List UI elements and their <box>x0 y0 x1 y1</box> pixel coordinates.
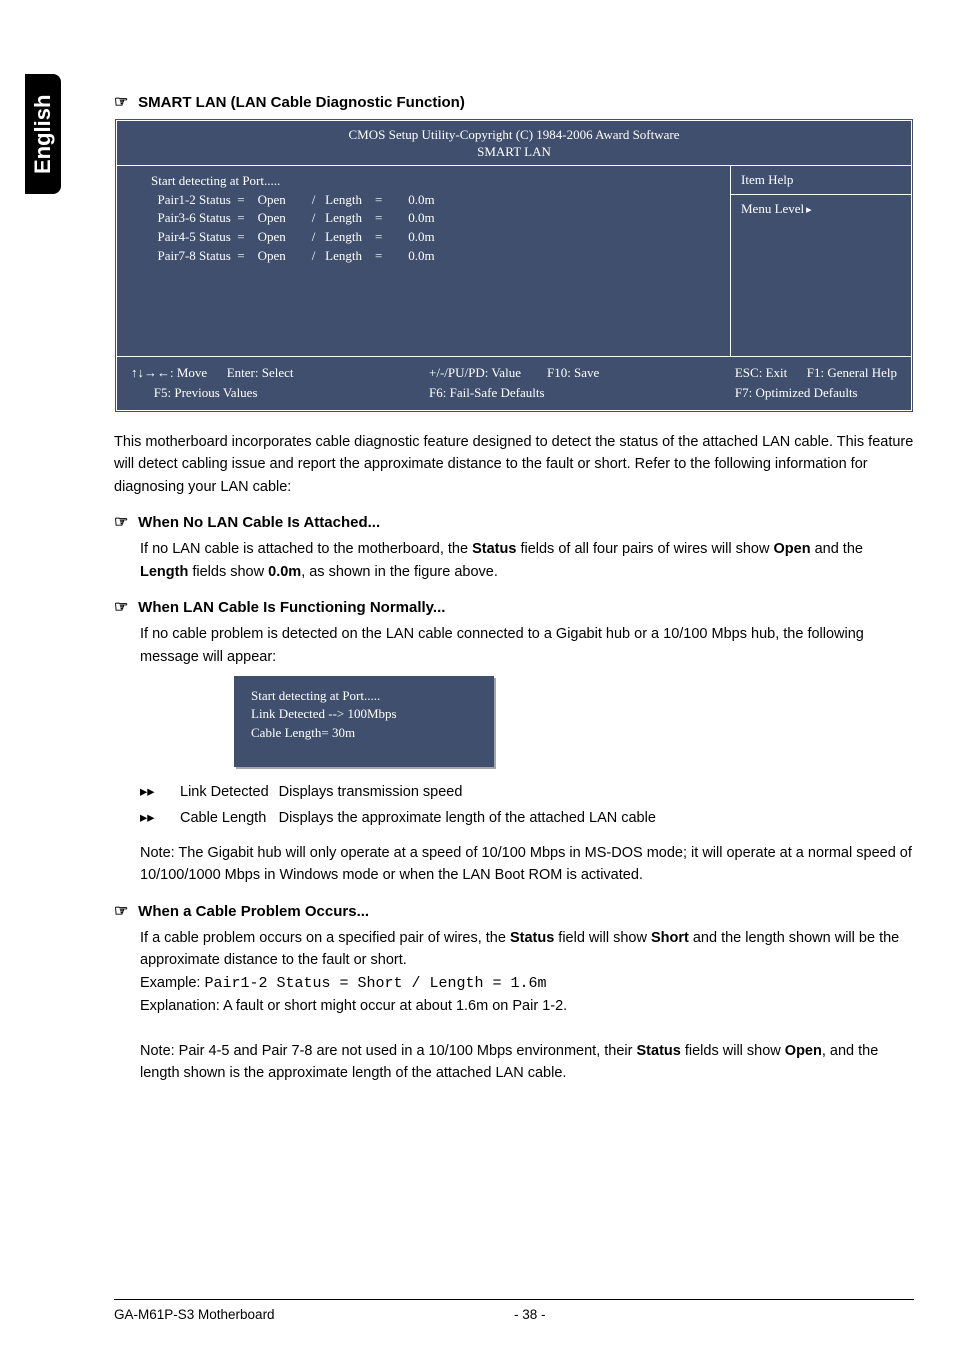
paragraph: If no cable problem is detected on the L… <box>140 623 914 668</box>
example-line: Example: Pair1-2 Status = Short / Length… <box>140 972 914 995</box>
pointer-icon: ☞ <box>114 512 134 532</box>
bios-hint-value: +/-/PU/PD: Value <box>429 365 521 380</box>
bios-header-line1: CMOS Setup Utility-Copyright (C) 1984-20… <box>117 127 911 144</box>
triangle-right-icon <box>804 201 812 216</box>
pointer-icon: ☞ <box>114 901 134 921</box>
double-arrow-icon: ▸▸ <box>140 807 170 829</box>
bios-hint-select: Enter: Select <box>227 365 294 380</box>
footer-left: GA-M61P-S3 Motherboard <box>114 1307 514 1322</box>
definition: Displays the approximate length of the a… <box>279 805 666 831</box>
text-bold: Short <box>651 930 689 946</box>
text: and the <box>811 541 863 557</box>
table-row: ▸▸ Link Detected Displays transmission s… <box>140 779 666 805</box>
footer-page-number: - 38 - <box>514 1307 546 1322</box>
bios-help-title: Item Help <box>731 166 911 195</box>
definition: Displays transmission speed <box>279 779 666 805</box>
section-body: If a cable problem occurs on a specified… <box>114 927 914 1085</box>
text: field will show <box>554 930 651 946</box>
bios-hint-help: F1: General Help <box>807 365 897 380</box>
text-bold: Open <box>774 541 811 557</box>
explanation-line: Explanation: A fault or short might occu… <box>140 995 914 1017</box>
text-bold: Open <box>785 1043 822 1059</box>
text-bold: 0.0m <box>268 564 301 580</box>
text: Note: Pair 4-5 and Pair 7-8 are not used… <box>140 1043 637 1059</box>
bios-screenshot: CMOS Setup Utility-Copyright (C) 1984-20… <box>114 118 914 413</box>
page-title: ☞ SMART LAN (LAN Cable Diagnostic Functi… <box>114 92 914 112</box>
bios-hint-exit: ESC: Exit <box>735 365 787 380</box>
text: , as shown in the figure above. <box>301 564 498 580</box>
snippet-line: Cable Length= 30m <box>251 724 477 742</box>
bios-hint-save: F10: Save <box>547 365 599 380</box>
note-paragraph: Note: Pair 4-5 and Pair 7-8 are not used… <box>140 1040 914 1085</box>
menu-level-label: Menu Level <box>741 201 804 216</box>
bios-header: CMOS Setup Utility-Copyright (C) 1984-20… <box>117 121 911 166</box>
intro-paragraph: This motherboard incorporates cable diag… <box>114 431 914 498</box>
snippet-line: Link Detected --> 100Mbps <box>251 705 477 723</box>
bios-help-panel: Item Help Menu Level <box>731 166 911 356</box>
text: fields of all four pairs of wires will s… <box>516 541 773 557</box>
text: fields will show <box>681 1043 785 1059</box>
section-body: If no cable problem is detected on the L… <box>114 623 914 886</box>
term: Cable Length <box>180 805 279 831</box>
section-body: If no LAN cable is attached to the mothe… <box>114 538 914 583</box>
note-paragraph: Note: The Gigabit hub will only operate … <box>140 842 914 887</box>
section-heading: When a Cable Problem Occurs... <box>138 903 369 920</box>
section-problem: ☞ When a Cable Problem Occurs... If a ca… <box>114 901 914 1085</box>
bios-hint-optimized: F7: Optimized Defaults <box>735 385 858 400</box>
bios-footer: ↑↓→←: Move Enter: Select F5: Previous Va… <box>117 356 911 410</box>
term: Link Detected <box>180 779 279 805</box>
text: If no LAN cable is attached to the mothe… <box>140 541 472 557</box>
section-no-cable: ☞ When No LAN Cable Is Attached... If no… <box>114 512 914 583</box>
bios-hint-move: ↑↓→←: Move <box>131 365 207 380</box>
pointer-icon: ☞ <box>114 597 134 617</box>
footer-rule <box>114 1299 914 1300</box>
section-heading: When No LAN Cable Is Attached... <box>138 514 380 531</box>
bios-main-panel: Start detecting at Port..... Pair1-2 Sta… <box>117 166 731 356</box>
paragraph: If a cable problem occurs on a specified… <box>140 927 914 972</box>
page-footer: GA-M61P-S3 Motherboard - 38 - <box>114 1307 914 1322</box>
title-text: SMART LAN (LAN Cable Diagnostic Function… <box>138 94 465 111</box>
language-tab: English <box>25 74 61 194</box>
text: Example: <box>140 975 204 991</box>
bios-hint-failsafe: F6: Fail-Safe Defaults <box>429 385 545 400</box>
section-heading: When LAN Cable Is Functioning Normally..… <box>138 599 445 616</box>
snippet-line: Start detecting at Port..... <box>251 687 477 705</box>
text-bold: Length <box>140 564 188 580</box>
definition-table: ▸▸ Link Detected Displays transmission s… <box>140 779 666 832</box>
double-arrow-icon: ▸▸ <box>140 781 170 803</box>
bios-header-line2: SMART LAN <box>117 144 911 161</box>
text: fields show <box>188 564 268 580</box>
text: If a cable problem occurs on a specified… <box>140 930 510 946</box>
bios-help-body: Menu Level <box>731 195 911 223</box>
bios-snippet: Start detecting at Port..... Link Detect… <box>234 676 494 767</box>
section-normal: ☞ When LAN Cable Is Functioning Normally… <box>114 597 914 886</box>
bios-hint-prev: F5: Previous Values <box>154 385 258 400</box>
pointer-icon: ☞ <box>114 92 134 112</box>
code-text: Pair1-2 Status = Short / Length = 1.6m <box>204 975 546 992</box>
text-bold: Status <box>472 541 516 557</box>
text-bold: Status <box>637 1043 681 1059</box>
table-row: ▸▸ Cable Length Displays the approximate… <box>140 805 666 831</box>
page-content: ☞ SMART LAN (LAN Cable Diagnostic Functi… <box>114 92 914 1099</box>
text-bold: Status <box>510 930 554 946</box>
